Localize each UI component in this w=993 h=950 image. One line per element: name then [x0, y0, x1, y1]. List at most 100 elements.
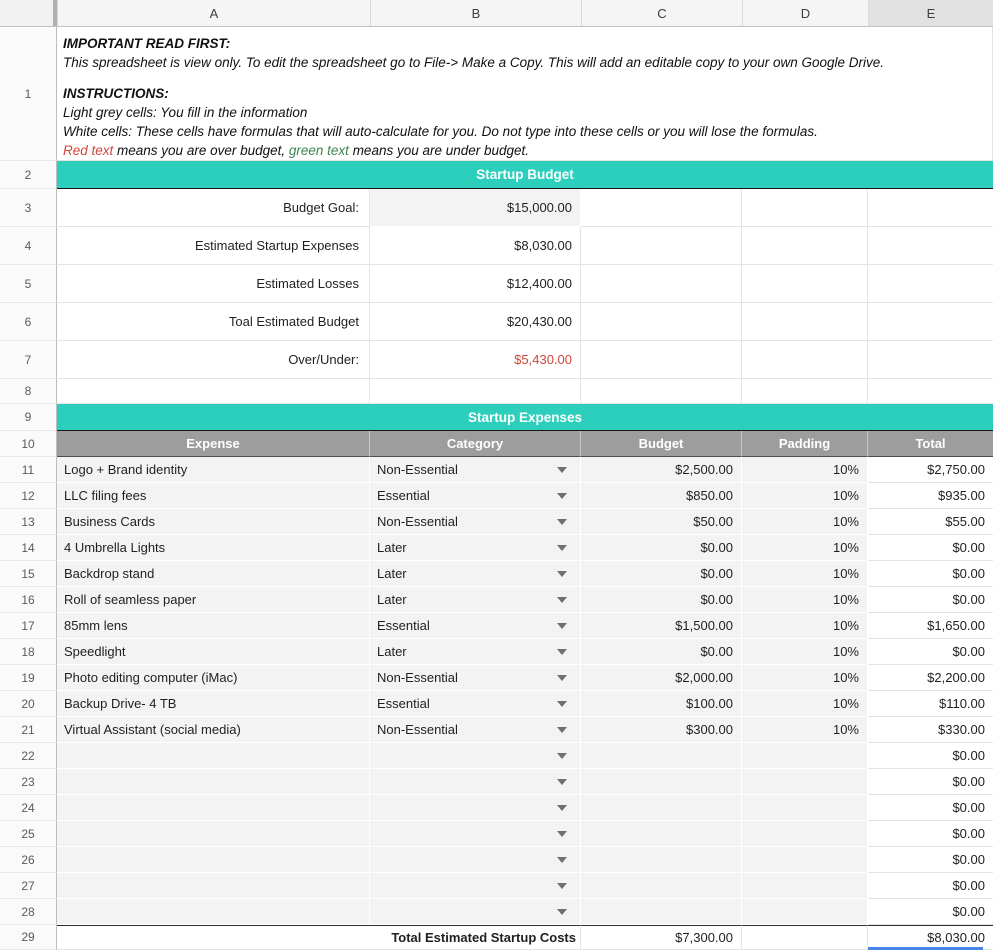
category-cell[interactable] [370, 873, 581, 899]
budget-cell[interactable] [581, 743, 742, 769]
total-cell[interactable]: $2,200.00 [868, 665, 993, 691]
total-cell[interactable]: $0.00 [868, 847, 993, 873]
row-header[interactable]: 26 [0, 847, 57, 873]
row-header[interactable]: 16 [0, 587, 57, 613]
budget-cell[interactable] [581, 899, 742, 925]
empty-cell[interactable] [868, 265, 993, 303]
budget-cell[interactable] [581, 821, 742, 847]
total-cell[interactable]: $0.00 [868, 795, 993, 821]
empty-cell[interactable] [742, 303, 868, 341]
value-cell[interactable]: $8,030.00 [370, 227, 581, 265]
label-cell[interactable]: Estimated Startup Expenses [57, 227, 370, 265]
row-header[interactable]: 5 [0, 265, 57, 303]
row-header[interactable]: 19 [0, 665, 57, 691]
category-cell[interactable] [370, 769, 581, 795]
dropdown-arrow-icon[interactable] [557, 805, 567, 811]
row-header[interactable]: 14 [0, 535, 57, 561]
category-cell[interactable]: Essential [370, 483, 581, 509]
row-header[interactable]: 4 [0, 227, 57, 265]
empty-cell[interactable] [581, 189, 742, 227]
total-cell[interactable]: $0.00 [868, 769, 993, 795]
budget-cell[interactable]: $0.00 [581, 535, 742, 561]
expense-cell[interactable]: Roll of seamless paper [57, 587, 370, 613]
total-cell[interactable]: $0.00 [868, 587, 993, 613]
row-header[interactable]: 2 [0, 161, 57, 189]
row-header[interactable]: 15 [0, 561, 57, 587]
padding-cell[interactable]: 10% [742, 587, 868, 613]
expense-cell[interactable] [57, 873, 370, 899]
category-cell[interactable] [370, 899, 581, 925]
expense-cell[interactable] [57, 769, 370, 795]
empty-cell[interactable] [742, 227, 868, 265]
total-cell[interactable]: $0.00 [868, 821, 993, 847]
row-header[interactable]: 22 [0, 743, 57, 769]
row-header[interactable]: 20 [0, 691, 57, 717]
dropdown-arrow-icon[interactable] [557, 883, 567, 889]
category-cell[interactable]: Non-Essential [370, 457, 581, 483]
column-header-a[interactable]: A [57, 0, 370, 26]
empty-cell[interactable] [581, 265, 742, 303]
row-header[interactable]: 21 [0, 717, 57, 743]
padding-cell[interactable] [742, 873, 868, 899]
value-cell[interactable]: $15,000.00 [370, 189, 581, 227]
category-cell[interactable]: Essential [370, 613, 581, 639]
budget-cell[interactable]: $0.00 [581, 587, 742, 613]
budget-column-header[interactable]: Budget [581, 431, 742, 457]
padding-cell[interactable] [742, 821, 868, 847]
category-cell[interactable]: Later [370, 535, 581, 561]
dropdown-arrow-icon[interactable] [557, 779, 567, 785]
budget-cell[interactable]: $0.00 [581, 561, 742, 587]
instructions-cell[interactable]: IMPORTANT READ FIRST: This spreadsheet i… [57, 27, 993, 161]
dropdown-arrow-icon[interactable] [557, 545, 567, 551]
expense-column-header[interactable]: Expense [57, 431, 370, 457]
budget-cell[interactable]: $2,000.00 [581, 665, 742, 691]
category-cell[interactable]: Non-Essential [370, 717, 581, 743]
row-header[interactable]: 1 [0, 27, 57, 161]
dropdown-arrow-icon[interactable] [557, 727, 567, 733]
total-cell[interactable]: $330.00 [868, 717, 993, 743]
padding-cell[interactable]: 10% [742, 665, 868, 691]
dropdown-arrow-icon[interactable] [557, 701, 567, 707]
row-header[interactable]: 17 [0, 613, 57, 639]
expense-cell[interactable] [57, 899, 370, 925]
column-header-d[interactable]: D [742, 0, 868, 26]
expense-cell[interactable]: Backup Drive- 4 TB [57, 691, 370, 717]
value-cell[interactable]: $20,430.00 [370, 303, 581, 341]
category-cell[interactable]: Later [370, 639, 581, 665]
padding-cell[interactable]: 10% [742, 717, 868, 743]
expense-cell[interactable] [57, 795, 370, 821]
empty-cell[interactable] [868, 341, 993, 379]
category-cell[interactable]: Non-Essential [370, 509, 581, 535]
row-header[interactable]: 13 [0, 509, 57, 535]
dropdown-arrow-icon[interactable] [557, 519, 567, 525]
budget-cell[interactable] [581, 847, 742, 873]
expense-cell[interactable] [57, 847, 370, 873]
category-cell[interactable] [370, 795, 581, 821]
total-cell[interactable]: $110.00 [868, 691, 993, 717]
budget-cell[interactable]: $50.00 [581, 509, 742, 535]
row-header[interactable]: 3 [0, 189, 57, 227]
empty-cell[interactable] [742, 925, 868, 950]
empty-cell[interactable] [581, 341, 742, 379]
value-cell[interactable]: $12,400.00 [370, 265, 581, 303]
expense-cell[interactable]: 85mm lens [57, 613, 370, 639]
budget-cell[interactable] [581, 795, 742, 821]
row-header[interactable]: 12 [0, 483, 57, 509]
total-cell[interactable]: $0.00 [868, 561, 993, 587]
expense-cell[interactable]: Business Cards [57, 509, 370, 535]
expense-cell[interactable]: 4 Umbrella Lights [57, 535, 370, 561]
category-cell[interactable]: Later [370, 587, 581, 613]
empty-cell[interactable] [581, 303, 742, 341]
budget-cell[interactable]: $2,500.00 [581, 457, 742, 483]
dropdown-arrow-icon[interactable] [557, 857, 567, 863]
total-cell[interactable]: $935.00 [868, 483, 993, 509]
padding-cell[interactable]: 10% [742, 639, 868, 665]
empty-cell[interactable] [742, 265, 868, 303]
dropdown-arrow-icon[interactable] [557, 467, 567, 473]
padding-cell[interactable] [742, 743, 868, 769]
label-cell[interactable]: Toal Estimated Budget [57, 303, 370, 341]
row-header[interactable]: 24 [0, 795, 57, 821]
dropdown-arrow-icon[interactable] [557, 753, 567, 759]
expense-cell[interactable]: Logo + Brand identity [57, 457, 370, 483]
empty-cell[interactable] [742, 379, 868, 404]
